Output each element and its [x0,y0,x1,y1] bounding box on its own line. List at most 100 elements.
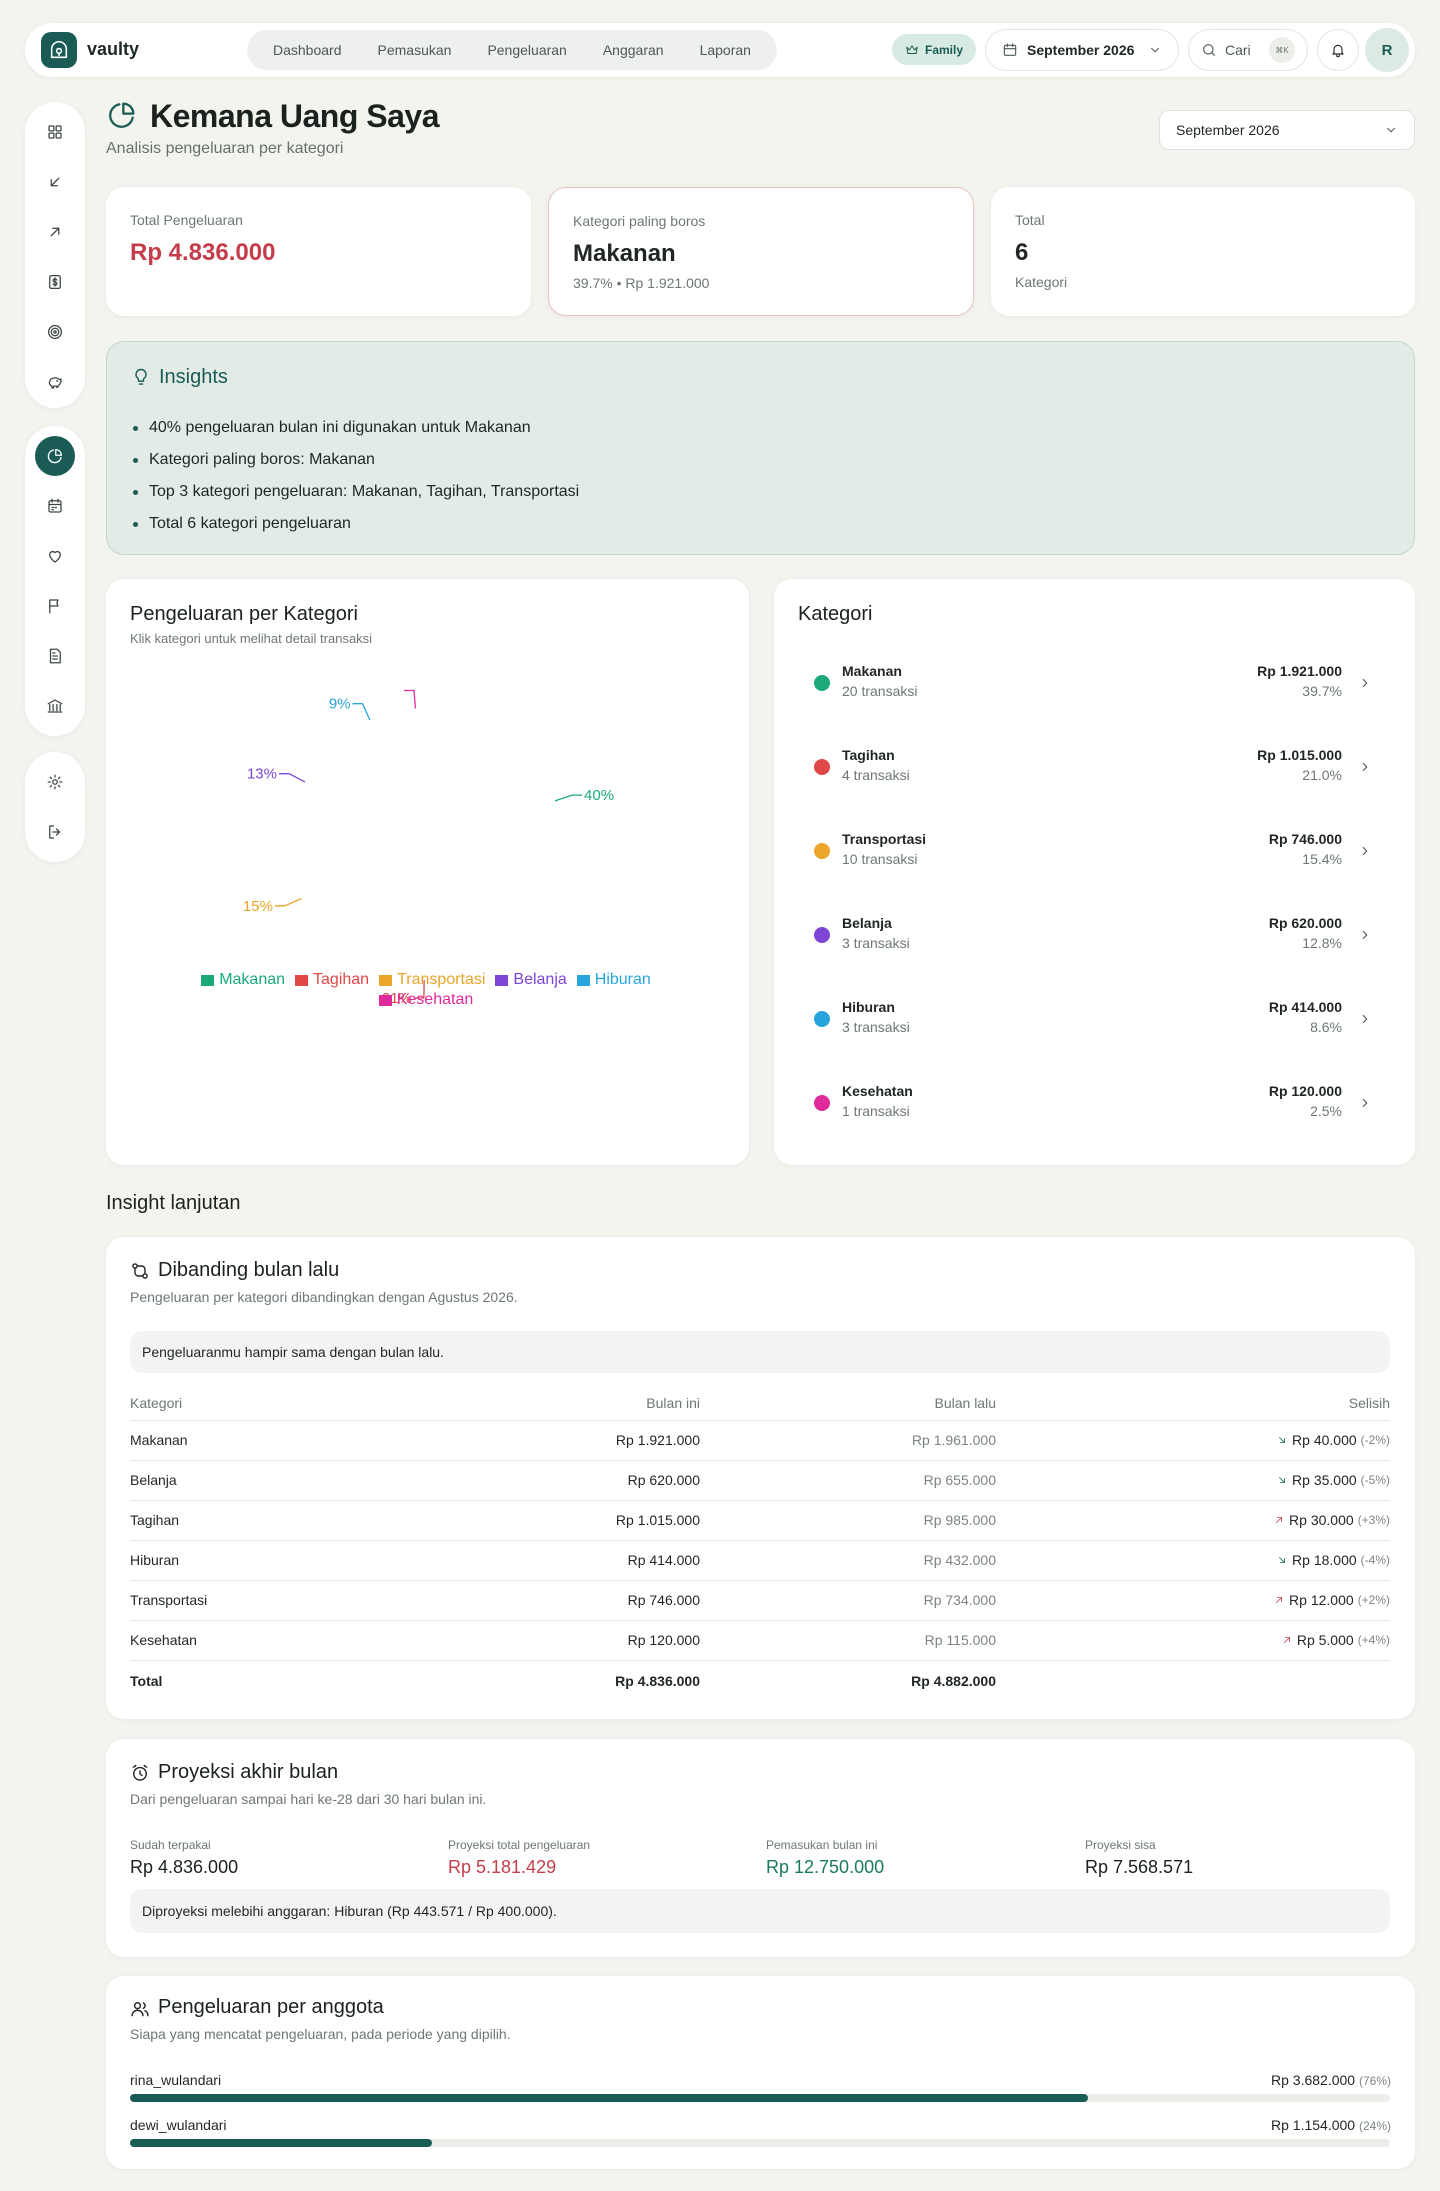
category-row[interactable]: Hiburan 3 transaksi Rp 414.000 8.6% [798,979,1394,1063]
row-current: Rp 1.921.000 [550,1420,700,1461]
bell-icon[interactable] [1317,29,1359,71]
member-percent: (24%) [1358,2119,1391,2133]
row-diff-percent: (+3%) [1357,1512,1390,1527]
row-diff-cell: Rp 12.000 (+2%) [996,1580,1390,1621]
legend-item[interactable]: Kesehatan [378,991,474,1009]
projection-title: Proyeksi akhir bulan [158,1761,339,1783]
row-diff: Rp 35.000 [1292,1471,1357,1488]
legend-label: Kesehatan [396,991,474,1008]
legend-item[interactable]: Belanja [495,971,567,989]
legend-item[interactable]: Tagihan [295,971,369,989]
legend-swatch [379,974,393,986]
row-diff-percent: (+2%) [1357,1592,1390,1607]
target-icon[interactable] [35,312,75,352]
stat-sub: Kategori [1015,274,1068,290]
compare-subtitle: Pengeluaran per kategori dibandingkan de… [130,1289,518,1305]
compare-icon [130,1261,150,1281]
nav-pengeluaran[interactable]: Pengeluaran [469,42,584,58]
row-category: Hiburan [130,1540,550,1581]
table-row: Transportasi Rp 746.000 Rp 734.000 Rp 12.00… [130,1580,1390,1621]
category-row[interactable]: Tagihan 4 transaksi Rp 1.015.000 21.0% [798,727,1394,811]
family-badge[interactable]: Family [892,34,977,65]
members-title: Pengeluaran per anggota [158,1996,384,2018]
category-amount: Rp 120.000 [1268,1083,1342,1099]
logout-icon[interactable] [35,812,75,852]
pie-chart[interactable]: 40%21%15%13%9% [106,579,749,1165]
stat-card-total: Total Pengeluaran Rp 4.836.000 [106,187,531,316]
projection-stat-total: Proyeksi total pengeluaran Rp 5.181.429 [448,1838,590,1878]
nav-dashboard[interactable]: Dashboard [255,42,360,58]
bank-icon[interactable] [35,686,75,726]
month-select[interactable]: September 2026 [1159,110,1415,150]
category-percent: 39.7% [1302,683,1342,699]
flag-icon[interactable] [35,586,75,626]
gear-icon[interactable] [35,762,75,802]
projection-value: Rp 7.568.571 [1085,1857,1194,1877]
avatar[interactable]: R [1365,28,1409,72]
category-amount: Rp 620.000 [1268,915,1342,931]
member-bar-fill [130,2094,1088,2102]
table-row: Makanan Rp 1.921.000 Rp 1.961.000 Rp 40.000… [130,1420,1390,1461]
legend-label: Hiburan [594,971,651,988]
nav-anggaran[interactable]: Anggaran [585,42,682,58]
chart-legend: Makanan Tagihan Transportasi Belanja Hiburan… [166,971,686,1009]
row-diff: Rp 30.000 [1289,1511,1354,1528]
nav-pemasukan[interactable]: Pemasukan [360,42,470,58]
col-header: Bulan lalu [700,1386,996,1421]
member-name: rina_wulandari [130,2072,222,2088]
legend-swatch [378,994,392,1006]
legend-item[interactable]: Transportasi [379,971,485,989]
document-icon[interactable] [35,636,75,676]
vault-logo-icon[interactable] [41,32,77,68]
arrow-up-right-icon[interactable] [35,212,75,252]
month-select-value: September 2026 [1176,122,1280,138]
category-color-dot [814,759,830,775]
row-diff-cell: Rp 5.000 (+4%) [996,1620,1390,1661]
table-row: Hiburan Rp 414.000 Rp 432.000 Rp 18.000 (-4%… [130,1540,1390,1581]
category-count: 1 transaksi [842,1103,910,1119]
arrow-down-left-icon[interactable] [35,162,75,202]
category-color-dot [814,843,830,859]
arrow-up-right-icon [1281,1634,1293,1646]
category-row[interactable]: Transportasi 10 transaksi Rp 746.000 15.4% [798,811,1394,895]
row-diff-cell: Rp 18.000 (-4%) [996,1540,1390,1581]
row-current: Rp 1.015.000 [550,1500,700,1541]
stat-card-top-category[interactable]: Kategori paling boros Makanan 39.7% • Rp… [548,187,974,316]
row-previous: Rp 1.961.000 [700,1420,996,1461]
pie-chart-icon[interactable] [35,436,75,476]
category-percent: 2.5% [1310,1103,1342,1119]
member-amount: Rp 3.682.000 [1271,2072,1356,2088]
category-name: Makanan [842,663,902,679]
money-icon[interactable] [35,262,75,302]
legend-item[interactable]: Hiburan [576,971,651,989]
legend-item[interactable]: Makanan [201,971,285,989]
app-name[interactable]: vaulty [87,39,139,60]
row-previous: Rp 432.000 [700,1540,996,1581]
period-picker[interactable]: September 2026 [985,29,1179,71]
calendar-icon[interactable] [35,486,75,526]
search-button[interactable]: Cari ⌘K [1188,29,1308,71]
main-nav: Dashboard Pemasukan Pengeluaran Anggaran… [247,30,777,70]
category-row[interactable]: Kesehatan 1 transaksi Rp 120.000 2.5% [798,1063,1394,1147]
category-name: Tagihan [842,747,895,763]
nav-laporan[interactable]: Laporan [682,42,769,58]
category-row[interactable]: Makanan 20 transaksi Rp 1.921.000 39.7% [798,643,1394,727]
pie-data-label: 15% [243,898,273,915]
row-category: Belanja [130,1460,550,1501]
heart-icon[interactable] [35,536,75,576]
members-card: Pengeluaran per anggota Siapa yang menca… [106,1976,1415,2169]
table-row: Tagihan Rp 1.015.000 Rp 985.000 Rp 30.000 (+… [130,1500,1390,1541]
arrow-down-right-icon [1276,1554,1288,1566]
stat-label: Total [1015,212,1045,228]
chart-panel: Pengeluaran per Kategori Klik kategori u… [106,579,749,1165]
users-icon [130,1999,150,2019]
category-row[interactable]: Belanja 3 transaksi Rp 620.000 12.8% [798,895,1394,979]
row-category: Transportasi [130,1580,550,1621]
category-color-dot [814,675,830,691]
stat-value: Makanan [573,240,676,267]
grid-icon[interactable] [35,112,75,152]
alarm-clock-icon [130,1763,150,1783]
piggy-bank-icon[interactable] [35,362,75,402]
crown-icon [905,43,919,57]
compare-title: Dibanding bulan lalu [158,1259,340,1281]
